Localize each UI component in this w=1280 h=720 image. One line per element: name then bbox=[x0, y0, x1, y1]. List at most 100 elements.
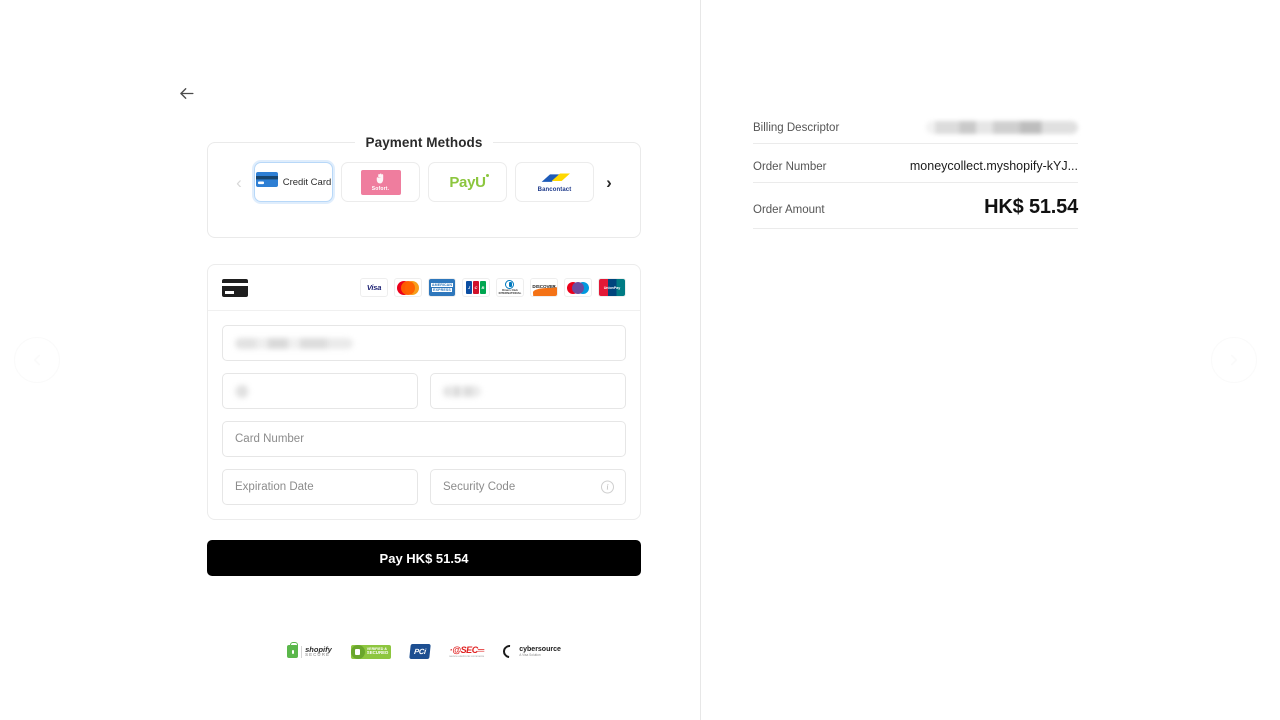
payment-methods-title-text: Payment Methods bbox=[355, 135, 493, 150]
credit-card-tile-content: Credit Card bbox=[255, 172, 332, 192]
arrow-left-icon[interactable] bbox=[176, 83, 196, 103]
card-number-field[interactable]: Card Number bbox=[222, 421, 626, 457]
carousel-next-button[interactable]: › bbox=[602, 174, 616, 191]
carousel-prev-button[interactable]: ‹ bbox=[232, 174, 246, 191]
badge-divider bbox=[301, 645, 303, 658]
godaddy-line2: SECURED bbox=[366, 650, 389, 656]
bancontact-label: Bancontact bbox=[537, 187, 572, 193]
cybersource-badge: cybersource A Visa Solution bbox=[500, 642, 561, 661]
at-sec-badge: ·@SEC═ secure electronic commerce bbox=[449, 645, 485, 658]
order-number-value: moneycollect.myshopify-kYJ... bbox=[909, 159, 1078, 173]
at-sec-content: ·@SEC═ secure electronic commerce bbox=[449, 645, 485, 658]
billing-descriptor-label: Billing Descriptor bbox=[753, 122, 840, 134]
generic-card-icon bbox=[222, 278, 248, 297]
payment-method-payu[interactable]: PayU bbox=[428, 162, 507, 202]
payu-label: PayU bbox=[449, 173, 486, 191]
shopify-secure-badge: shopify SECURE bbox=[287, 641, 332, 658]
security-code-field[interactable]: Security Code i bbox=[430, 469, 626, 505]
payment-methods-carousel: ‹ Credit Card Sofort. PayU Bancontact › bbox=[208, 162, 640, 202]
cybersource-arc-icon bbox=[500, 642, 519, 661]
maestro-circles bbox=[567, 281, 589, 294]
summary-row-order-number: Order Number moneycollect.myshopify-kYJ.… bbox=[753, 157, 1078, 183]
brand-logos: Visa AMERICAN EXPRESS J C B Diners Club … bbox=[360, 278, 626, 297]
pci-label: PCi bbox=[413, 647, 427, 656]
billing-descriptor-redacted-value bbox=[926, 121, 1078, 134]
payment-methods-title: Payment Methods bbox=[208, 134, 640, 152]
order-number-label: Order Number bbox=[753, 161, 827, 173]
chevron-right-circle-icon[interactable] bbox=[1211, 337, 1257, 383]
name-row bbox=[222, 373, 626, 409]
card-form-fields: Card Number Expiration Date Security Cod… bbox=[208, 311, 640, 519]
at-sec-sub: secure electronic commerce bbox=[449, 653, 485, 658]
visa-label: Visa bbox=[366, 283, 382, 292]
jcb-letter-c: C bbox=[473, 281, 479, 294]
payu-dot bbox=[485, 173, 489, 177]
postal-code-redacted-value bbox=[443, 385, 481, 397]
mastercard-icon bbox=[394, 278, 422, 297]
maestro-overlap bbox=[572, 281, 584, 294]
amex-icon: AMERICAN EXPRESS bbox=[428, 278, 456, 297]
unionpay-box: UnionPay bbox=[599, 279, 625, 296]
payment-method-credit-card[interactable]: Credit Card bbox=[254, 162, 333, 202]
summary-row-order-amount: Order Amount HK$ 51.54 bbox=[753, 196, 1078, 229]
checkout-page: Payment Methods ‹ Credit Card Sofort. Pa… bbox=[0, 0, 1280, 720]
jcb-bars: J C B bbox=[466, 281, 486, 294]
lock-icon bbox=[287, 641, 299, 658]
card-form-panel: Visa AMERICAN EXPRESS J C B Diners Club … bbox=[207, 264, 641, 520]
cybersource-content: cybersource A Visa Solution bbox=[500, 642, 561, 661]
discover-icon: DISCOVER bbox=[530, 278, 558, 297]
cybersource-sub: A Visa Solution bbox=[519, 652, 541, 657]
jcb-icon: J C B bbox=[462, 278, 490, 297]
payment-method-bancontact[interactable]: Bancontact bbox=[515, 162, 594, 202]
expiration-date-field[interactable]: Expiration Date bbox=[222, 469, 418, 505]
info-icon[interactable]: i bbox=[601, 480, 614, 494]
mc-overlap bbox=[401, 280, 415, 295]
shopify-secure-label: SECURE bbox=[305, 652, 331, 658]
discover-arc bbox=[532, 287, 557, 296]
pci-badge: PCi bbox=[409, 644, 432, 659]
expiry-cvv-row: Expiration Date Security Code i bbox=[222, 469, 626, 505]
visa-icon: Visa bbox=[360, 278, 388, 297]
discover-label: DISCOVER bbox=[532, 283, 556, 289]
payu-logo-icon: PayU bbox=[449, 173, 489, 191]
email-redacted-value bbox=[235, 337, 353, 349]
security-code-placeholder: Security Code bbox=[443, 481, 516, 493]
shopify-secure-text: shopify SECURE bbox=[305, 646, 332, 658]
godaddy-pill: VERIFIED & SECURED bbox=[350, 644, 392, 659]
pay-button[interactable]: Pay HK$ 51.54 bbox=[207, 540, 641, 576]
accepted-brands-row: Visa AMERICAN EXPRESS J C B Diners Club … bbox=[208, 265, 640, 311]
payment-method-label: Credit Card bbox=[282, 176, 332, 188]
diners-sub: INTERNATIONAL bbox=[498, 291, 522, 295]
order-amount-value: HK$ 51.54 bbox=[984, 196, 1078, 218]
chevron-left-circle-icon[interactable] bbox=[14, 337, 60, 383]
country-redacted-value bbox=[235, 384, 249, 398]
cybersource-text: cybersource A Visa Solution bbox=[519, 646, 561, 657]
pci-icon: PCi bbox=[409, 644, 432, 659]
bancontact-logo-icon: Bancontact bbox=[538, 171, 572, 193]
jcb-letter-b: B bbox=[480, 281, 486, 294]
postal-code-field[interactable] bbox=[430, 373, 626, 409]
diners-club-icon: Diners Club INTERNATIONAL bbox=[496, 278, 524, 297]
mastercard-circles bbox=[397, 280, 419, 295]
order-amount-label: Order Amount bbox=[753, 204, 825, 216]
discover-content: DISCOVER bbox=[531, 279, 557, 296]
credit-card-icon bbox=[255, 172, 278, 192]
godaddy-secure-badge: VERIFIED & SECURED bbox=[350, 644, 392, 659]
godaddy-lock-icon bbox=[350, 644, 365, 659]
column-divider bbox=[700, 0, 701, 720]
diners-content: Diners Club INTERNATIONAL bbox=[498, 279, 522, 295]
payment-methods-panel: Payment Methods ‹ Credit Card Sofort. Pa… bbox=[207, 135, 641, 238]
country-field[interactable] bbox=[222, 373, 418, 409]
unionpay-label: UnionPay bbox=[603, 285, 621, 290]
expiration-date-placeholder: Expiration Date bbox=[235, 481, 314, 493]
sofort-label: Sofort. bbox=[371, 185, 390, 192]
unionpay-icon: UnionPay bbox=[598, 278, 626, 297]
godaddy-text: VERIFIED & SECURED bbox=[365, 647, 389, 656]
email-field[interactable] bbox=[222, 325, 626, 361]
trust-badges: shopify SECURE VERIFIED & SECURED PCi ·@… bbox=[207, 641, 641, 661]
amex-box: AMERICAN EXPRESS bbox=[429, 279, 455, 296]
amex-line1: AMERICAN bbox=[430, 282, 454, 287]
order-summary: Billing Descriptor Order Number moneycol… bbox=[753, 118, 1078, 229]
card-number-placeholder: Card Number bbox=[235, 433, 305, 445]
payment-method-sofort[interactable]: Sofort. bbox=[341, 162, 420, 202]
